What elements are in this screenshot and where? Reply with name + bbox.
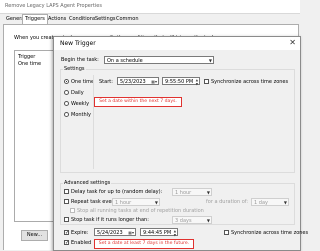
chevron-down-icon: ▼	[283, 200, 287, 205]
new-trigger-dialog: New Trigger ✕ Begin the task: On a sched…	[53, 36, 308, 251]
repeat-select[interactable]: 1 hour ▼	[112, 198, 160, 206]
radio-one-time-label: One time	[71, 79, 95, 85]
duration-value: 1 day	[254, 200, 268, 206]
sync-timezones-checkbox[interactable]	[204, 79, 209, 84]
trigger-list-item[interactable]: One time	[18, 61, 41, 67]
dialog-title: New Trigger	[60, 40, 96, 47]
spinner-icon[interactable]: ▲ ▼	[196, 78, 198, 86]
radio-daily[interactable]	[64, 90, 69, 95]
duration-select[interactable]: 1 day ▼	[251, 198, 289, 206]
start-date-picker[interactable]: 5/23/2023 ▦▾	[117, 77, 159, 85]
stop-longer-value: 3 days	[175, 218, 192, 224]
duration-label: for a duration of:	[206, 199, 249, 205]
dialog-titlebar: New Trigger ✕	[54, 37, 300, 50]
advanced-settings-label: Advanced settings	[63, 180, 112, 186]
delay-label: Delay task for up to (random delay):	[71, 189, 163, 195]
expire-checkbox[interactable]: ✓	[64, 230, 69, 236]
radio-daily-label: Daily	[71, 90, 84, 96]
window-title: Remove Legacy LAPS Agent Properties	[5, 3, 102, 9]
chevron-down-icon: ▼	[154, 200, 158, 205]
sync-timezones-label: Synchronize across time zones	[211, 79, 289, 85]
trigger-list-header: Trigger	[18, 54, 36, 60]
settings-divider	[93, 75, 94, 169]
expire-time-value: 9:44:45 PM	[143, 230, 172, 236]
begin-task-label: Begin the task:	[61, 57, 99, 63]
calendar-icon[interactable]: ▦▾	[151, 78, 157, 86]
trigger-list[interactable]: Trigger One time	[14, 50, 56, 222]
chevron-down-icon: ▼	[206, 218, 210, 223]
expire-time-input[interactable]: 9:44:45 PM ▲ ▼	[140, 228, 178, 237]
close-icon[interactable]: ✕	[289, 38, 296, 47]
repeat-value: 1 hour	[115, 200, 132, 206]
expire-sync-checkbox[interactable]	[224, 230, 229, 235]
expire-date-note: Set a date at least 7 days in the future…	[94, 239, 194, 249]
enabled-label: Enabled	[71, 240, 92, 246]
enabled-checkbox[interactable]: ✓	[64, 240, 69, 246]
repeat-checkbox[interactable]	[64, 199, 69, 204]
start-label: Start:	[99, 79, 113, 85]
chevron-down-icon: ▼	[206, 190, 210, 195]
start-date-value: 5/23/2023	[120, 79, 146, 85]
stop-longer-checkbox[interactable]	[64, 217, 69, 222]
stop-running-checkbox[interactable]	[70, 208, 75, 213]
stop-longer-select[interactable]: 3 days ▼	[172, 216, 212, 224]
radio-weekly-label: Weekly	[71, 101, 90, 107]
repeat-label: Repeat task every:	[71, 199, 118, 205]
chevron-down-icon: ▼	[208, 58, 212, 63]
start-date-note: Set a date within the next 7 days.	[94, 97, 182, 107]
window-titlebar: Remove Legacy LAPS Agent Properties	[0, 0, 300, 14]
stop-longer-label: Stop task if it runs longer than:	[71, 217, 149, 223]
calendar-icon[interactable]: ▦▾	[128, 229, 134, 237]
expire-sync-label: Synchronize across time zones	[231, 230, 309, 236]
delay-select[interactable]: 1 hour ▼	[172, 188, 212, 196]
radio-monthly[interactable]	[64, 112, 69, 117]
stop-running-label: Stop all running tasks at end of repetit…	[77, 208, 204, 214]
expire-label: Expire:	[71, 230, 89, 236]
begin-task-select[interactable]: On a schedule ▼	[104, 56, 214, 64]
radio-one-time[interactable]	[64, 79, 69, 84]
settings-group-label: Settings	[63, 66, 86, 72]
start-time-value: 9:55:50 PM	[165, 79, 194, 85]
radio-weekly[interactable]	[64, 101, 69, 106]
expire-date-picker[interactable]: 5/24/2023 ▦▾	[94, 228, 136, 236]
delay-value: 1 hour	[175, 190, 192, 196]
spinner-icon[interactable]: ▲ ▼	[174, 229, 176, 237]
expire-date-value: 5/24/2023	[97, 230, 123, 236]
new-trigger-button[interactable]: New...	[21, 230, 48, 241]
start-time-input[interactable]: 9:55:50 PM ▲ ▼	[162, 77, 200, 86]
begin-task-value: On a schedule	[107, 58, 143, 64]
delay-checkbox[interactable]	[64, 189, 69, 194]
radio-monthly-label: Monthly	[71, 112, 92, 118]
